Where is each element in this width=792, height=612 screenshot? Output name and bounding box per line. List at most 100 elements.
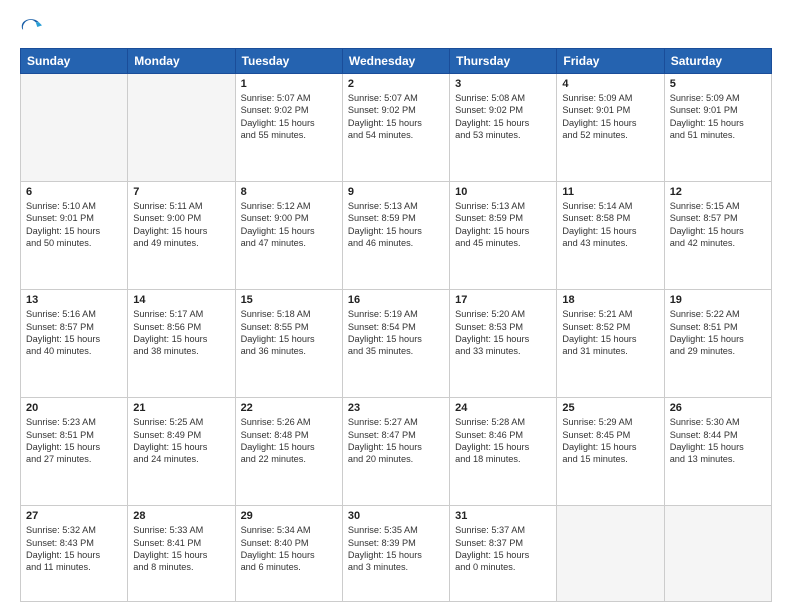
weekday-header-saturday: Saturday — [664, 49, 771, 74]
calendar-cell: 28 Sunrise: 5:33 AM Sunset: 8:41 PM Dayli… — [128, 506, 235, 602]
day-number: 23 — [348, 402, 444, 414]
cell-info: Sunrise: 5:19 AM Sunset: 8:54 PM Dayligh… — [348, 308, 444, 358]
cell-info: Sunrise: 5:27 AM Sunset: 8:47 PM Dayligh… — [348, 416, 444, 466]
calendar-cell: 1 Sunrise: 5:07 AM Sunset: 9:02 PM Daylig… — [235, 74, 342, 182]
day-number: 16 — [348, 294, 444, 306]
day-number: 7 — [133, 186, 229, 198]
calendar-cell — [21, 74, 128, 182]
day-number: 8 — [241, 186, 337, 198]
calendar-cell: 18Sunrise: 5:21 AM Sunset: 8:52 PM Dayli… — [557, 290, 664, 398]
day-number: 2 — [348, 78, 444, 90]
day-number: 11 — [562, 186, 658, 198]
cell-info: Sunrise: 5:28 AM Sunset: 8:46 PM Dayligh… — [455, 416, 551, 466]
calendar-cell: 4Sunrise: 5:09 AM Sunset: 9:01 PM Daylig… — [557, 74, 664, 182]
week-row-1: 1 Sunrise: 5:07 AM Sunset: 9:02 PM Daylig… — [21, 74, 772, 182]
calendar-table: SundayMondayTuesdayWednesdayThursdayFrid… — [20, 48, 772, 602]
day-number: 20 — [26, 402, 122, 414]
day-number: 27 — [26, 510, 122, 522]
day-number: 12 — [670, 186, 766, 198]
day-number: 25 — [562, 402, 658, 414]
week-row-5: 27 Sunrise: 5:32 AM Sunset: 8:43 PM Dayli… — [21, 506, 772, 602]
header — [20, 16, 772, 38]
day-number: 1 — [241, 78, 337, 90]
week-row-4: 20 Sunrise: 5:23 AM Sunset: 8:51 PM Dayli… — [21, 398, 772, 506]
day-number: 26 — [670, 402, 766, 414]
weekday-header-sunday: Sunday — [21, 49, 128, 74]
cell-info: Sunrise: 5:35 AM Sunset: 8:39 PM Dayligh… — [348, 524, 444, 574]
calendar-cell: 31 Sunrise: 5:37 AM Sunset: 8:37 PM Dayli… — [450, 506, 557, 602]
calendar-cell: 12 Sunrise: 5:15 AM Sunset: 8:57 PM Dayli… — [664, 182, 771, 290]
weekday-header-thursday: Thursday — [450, 49, 557, 74]
day-number: 17 — [455, 294, 551, 306]
cell-info: Sunrise: 5:33 AM Sunset: 8:41 PM Dayligh… — [133, 524, 229, 574]
week-row-3: 13Sunrise: 5:16 AM Sunset: 8:57 PM Dayli… — [21, 290, 772, 398]
weekday-header-row: SundayMondayTuesdayWednesdayThursdayFrid… — [21, 49, 772, 74]
cell-info: Sunrise: 5:37 AM Sunset: 8:37 PM Dayligh… — [455, 524, 551, 574]
calendar-cell: 17 Sunrise: 5:20 AM Sunset: 8:53 PM Dayli… — [450, 290, 557, 398]
cell-info: Sunrise: 5:12 AM Sunset: 9:00 PM Dayligh… — [241, 200, 337, 250]
calendar-cell: 6 Sunrise: 5:10 AM Sunset: 9:01 PM Daylig… — [21, 182, 128, 290]
cell-info: Sunrise: 5:13 AM Sunset: 8:59 PM Dayligh… — [455, 200, 551, 250]
calendar-cell: 11 Sunrise: 5:14 AM Sunset: 8:58 PM Dayli… — [557, 182, 664, 290]
day-number: 3 — [455, 78, 551, 90]
cell-info: Sunrise: 5:23 AM Sunset: 8:51 PM Dayligh… — [26, 416, 122, 466]
calendar-cell: 20 Sunrise: 5:23 AM Sunset: 8:51 PM Dayli… — [21, 398, 128, 506]
cell-info: Sunrise: 5:08 AM Sunset: 9:02 PM Dayligh… — [455, 92, 551, 142]
cell-info: Sunrise: 5:13 AM Sunset: 8:59 PM Dayligh… — [348, 200, 444, 250]
day-number: 14 — [133, 294, 229, 306]
cell-info: Sunrise: 5:07 AM Sunset: 9:02 PM Dayligh… — [241, 92, 337, 142]
weekday-header-monday: Monday — [128, 49, 235, 74]
calendar-cell: 13Sunrise: 5:16 AM Sunset: 8:57 PM Dayli… — [21, 290, 128, 398]
calendar-cell — [664, 506, 771, 602]
day-number: 29 — [241, 510, 337, 522]
calendar-cell: 9 Sunrise: 5:13 AM Sunset: 8:59 PM Daylig… — [342, 182, 449, 290]
cell-info: Sunrise: 5:26 AM Sunset: 8:48 PM Dayligh… — [241, 416, 337, 466]
cell-info: Sunrise: 5:18 AM Sunset: 8:55 PM Dayligh… — [241, 308, 337, 358]
calendar-cell: 29 Sunrise: 5:34 AM Sunset: 8:40 PM Dayli… — [235, 506, 342, 602]
day-number: 4 — [562, 78, 658, 90]
cell-info: Sunrise: 5:17 AM Sunset: 8:56 PM Dayligh… — [133, 308, 229, 358]
cell-info: Sunrise: 5:34 AM Sunset: 8:40 PM Dayligh… — [241, 524, 337, 574]
calendar-cell: 7Sunrise: 5:11 AM Sunset: 9:00 PM Daylig… — [128, 182, 235, 290]
calendar-cell: 14 Sunrise: 5:17 AM Sunset: 8:56 PM Dayli… — [128, 290, 235, 398]
day-number: 30 — [348, 510, 444, 522]
cell-info: Sunrise: 5:15 AM Sunset: 8:57 PM Dayligh… — [670, 200, 766, 250]
calendar-cell: 25Sunrise: 5:29 AM Sunset: 8:45 PM Dayli… — [557, 398, 664, 506]
cell-info: Sunrise: 5:07 AM Sunset: 9:02 PM Dayligh… — [348, 92, 444, 142]
cell-info: Sunrise: 5:25 AM Sunset: 8:49 PM Dayligh… — [133, 416, 229, 466]
cell-info: Sunrise: 5:21 AM Sunset: 8:52 PM Dayligh… — [562, 308, 658, 358]
day-number: 15 — [241, 294, 337, 306]
cell-info: Sunrise: 5:22 AM Sunset: 8:51 PM Dayligh… — [670, 308, 766, 358]
cell-info: Sunrise: 5:10 AM Sunset: 9:01 PM Dayligh… — [26, 200, 122, 250]
calendar-cell: 2 Sunrise: 5:07 AM Sunset: 9:02 PM Daylig… — [342, 74, 449, 182]
cell-info: Sunrise: 5:09 AM Sunset: 9:01 PM Dayligh… — [670, 92, 766, 142]
calendar-cell: 23 Sunrise: 5:27 AM Sunset: 8:47 PM Dayli… — [342, 398, 449, 506]
day-number: 21 — [133, 402, 229, 414]
weekday-header-wednesday: Wednesday — [342, 49, 449, 74]
week-row-2: 6 Sunrise: 5:10 AM Sunset: 9:01 PM Daylig… — [21, 182, 772, 290]
calendar-cell: 22Sunrise: 5:26 AM Sunset: 8:48 PM Dayli… — [235, 398, 342, 506]
calendar-cell: 3 Sunrise: 5:08 AM Sunset: 9:02 PM Daylig… — [450, 74, 557, 182]
cell-info: Sunrise: 5:20 AM Sunset: 8:53 PM Dayligh… — [455, 308, 551, 358]
calendar-cell: 24Sunrise: 5:28 AM Sunset: 8:46 PM Dayli… — [450, 398, 557, 506]
cell-info: Sunrise: 5:16 AM Sunset: 8:57 PM Dayligh… — [26, 308, 122, 358]
logo — [20, 16, 46, 38]
calendar-cell: 21 Sunrise: 5:25 AM Sunset: 8:49 PM Dayli… — [128, 398, 235, 506]
calendar-cell: 26 Sunrise: 5:30 AM Sunset: 8:44 PM Dayli… — [664, 398, 771, 506]
cell-info: Sunrise: 5:30 AM Sunset: 8:44 PM Dayligh… — [670, 416, 766, 466]
cell-info: Sunrise: 5:14 AM Sunset: 8:58 PM Dayligh… — [562, 200, 658, 250]
weekday-header-tuesday: Tuesday — [235, 49, 342, 74]
calendar-cell: 10Sunrise: 5:13 AM Sunset: 8:59 PM Dayli… — [450, 182, 557, 290]
calendar-cell: 27 Sunrise: 5:32 AM Sunset: 8:43 PM Dayli… — [21, 506, 128, 602]
day-number: 31 — [455, 510, 551, 522]
logo-icon — [20, 16, 42, 38]
page: SundayMondayTuesdayWednesdayThursdayFrid… — [0, 0, 792, 612]
calendar-cell: 5 Sunrise: 5:09 AM Sunset: 9:01 PM Daylig… — [664, 74, 771, 182]
calendar-cell — [557, 506, 664, 602]
day-number: 9 — [348, 186, 444, 198]
day-number: 5 — [670, 78, 766, 90]
calendar-cell: 16 Sunrise: 5:19 AM Sunset: 8:54 PM Dayli… — [342, 290, 449, 398]
day-number: 6 — [26, 186, 122, 198]
day-number: 28 — [133, 510, 229, 522]
cell-info: Sunrise: 5:32 AM Sunset: 8:43 PM Dayligh… — [26, 524, 122, 574]
